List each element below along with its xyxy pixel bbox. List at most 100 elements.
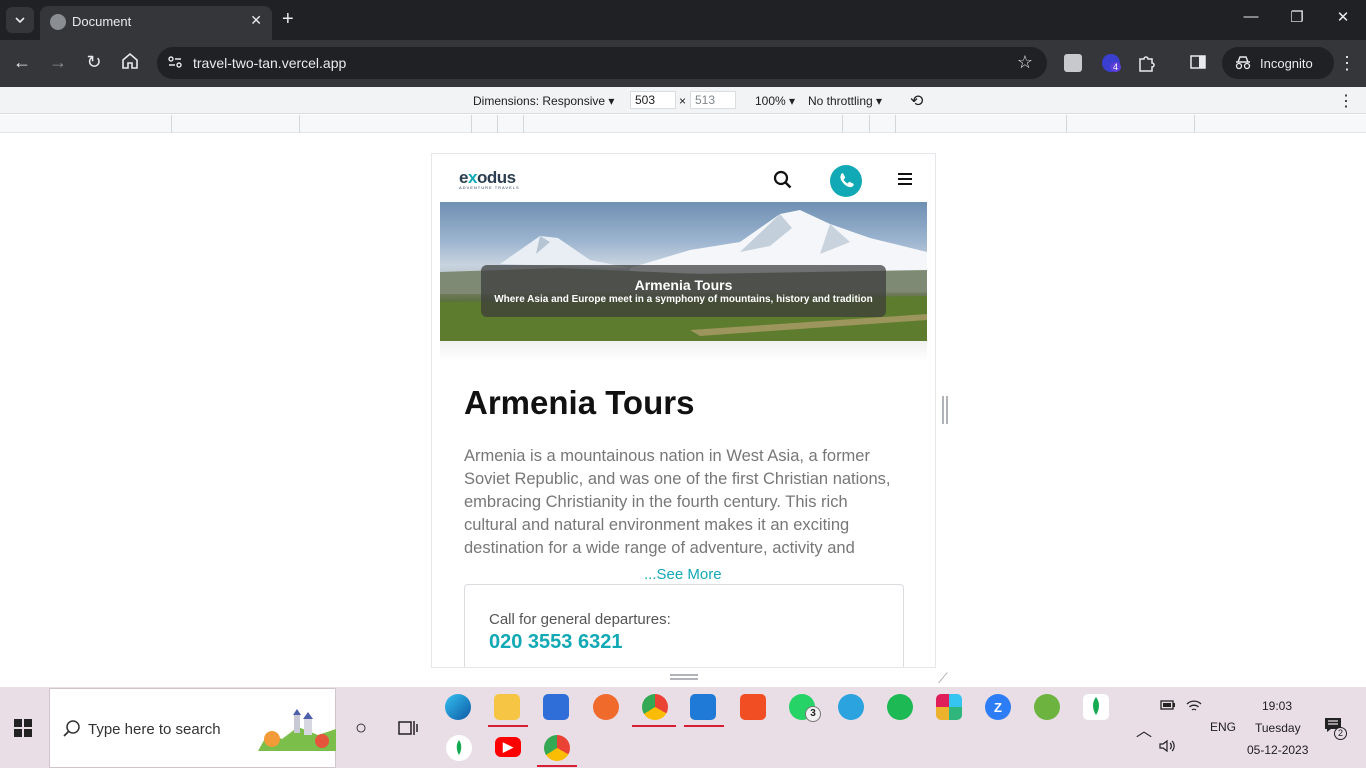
spring-tools-icon[interactable] <box>1034 694 1060 720</box>
hero-caption: Armenia Tours Where Asia and Europe meet… <box>481 265 886 317</box>
battery-icon[interactable] <box>1160 699 1176 714</box>
chevron-down-icon <box>15 17 25 23</box>
bottom-resize-handle[interactable] <box>670 674 698 680</box>
task-view-icon[interactable] <box>395 715 421 741</box>
throttling-label: No throttling <box>808 94 873 108</box>
device-toolbar-more-icon[interactable]: ⋮ <box>1338 91 1354 111</box>
reload-button[interactable]: ↻ <box>82 52 106 72</box>
notification-center-button[interactable]: 2 <box>1324 717 1347 740</box>
chrome-profile-icon[interactable] <box>544 735 570 761</box>
spotify-icon[interactable] <box>887 694 913 720</box>
width-input[interactable]: 503 <box>630 91 676 109</box>
tour-description: Armenia is a mountainous nation in West … <box>464 447 891 557</box>
mongodb-compass-icon[interactable] <box>1083 694 1109 720</box>
bookmark-star-icon[interactable]: ☆ <box>1017 52 1033 73</box>
file-explorer-icon[interactable] <box>494 694 520 720</box>
chrome-active-indicator <box>632 725 676 727</box>
hero-title: Armenia Tours <box>634 277 733 293</box>
zoom-select[interactable]: 100% ▾ <box>755 94 795 108</box>
search-icon <box>63 720 80 737</box>
minimize-button[interactable]: — <box>1236 8 1266 25</box>
restore-button[interactable]: ❐ <box>1282 8 1312 26</box>
chrome-icon[interactable] <box>642 694 668 720</box>
file-explorer-active-indicator <box>488 725 528 727</box>
right-resize-handle[interactable] <box>942 396 948 424</box>
show-hidden-icons-chevron[interactable]: ︿ <box>1136 717 1152 741</box>
castle-illustration-icon <box>258 709 336 751</box>
throttling-select[interactable]: No throttling ▾ <box>808 94 882 108</box>
site-info-icon[interactable] <box>167 54 185 72</box>
dimensions-label: Dimensions: Responsive <box>473 94 606 108</box>
browser-titlebar: Document ✕ + — ❐ ✕ <box>0 0 1366 40</box>
forward-button[interactable]: → <box>46 52 70 72</box>
tab-search-button[interactable] <box>6 7 34 33</box>
vscode-active-indicator <box>684 725 724 727</box>
tab-document[interactable]: Document ✕ <box>40 6 272 40</box>
whatsapp-icon[interactable]: 3 <box>789 694 821 722</box>
call-button[interactable] <box>830 165 862 197</box>
telegram-icon[interactable] <box>838 694 864 720</box>
menu-line <box>898 183 912 185</box>
language-indicator[interactable]: ENG <box>1210 720 1236 734</box>
youtube-icon[interactable]: ▶ <box>495 737 521 757</box>
extension-icon[interactable] <box>1064 54 1082 72</box>
microsoft-store-icon[interactable] <box>543 694 569 720</box>
close-window-button[interactable]: ✕ <box>1328 8 1358 26</box>
cortana-icon[interactable]: ○ <box>348 715 374 741</box>
browser-menu-button[interactable]: ⋮ <box>1338 53 1356 74</box>
edge-icon[interactable] <box>445 694 471 720</box>
zoom-app-icon[interactable]: Z <box>985 694 1011 720</box>
incognito-icon <box>1235 56 1251 70</box>
brave-icon[interactable] <box>740 694 766 720</box>
incognito-indicator[interactable]: Incognito <box>1222 47 1334 79</box>
globe-icon <box>50 14 66 30</box>
wifi-icon[interactable] <box>1186 699 1202 716</box>
clock-date[interactable]: 05-12-2023 <box>1247 743 1308 757</box>
vscode-icon[interactable] <box>690 694 716 720</box>
chrome-profile-active-indicator <box>537 765 577 767</box>
hamburger-menu-button[interactable] <box>898 173 912 187</box>
slack-icon[interactable] <box>936 694 962 720</box>
extensions-puzzle-icon[interactable] <box>1137 54 1155 72</box>
volume-icon[interactable] <box>1159 739 1177 756</box>
taskbar-search-box[interactable]: Type here to search <box>49 688 336 768</box>
hero-shadow <box>440 341 927 361</box>
hero-subtitle: Where Asia and Europe meet in a symphony… <box>494 294 873 305</box>
hero-banner: Armenia Tours Where Asia and Europe meet… <box>440 202 927 341</box>
mongodb-icon[interactable] <box>446 735 472 761</box>
height-input[interactable]: 513 <box>690 91 736 109</box>
windows-taskbar: Type here to search ○ 3 Z ▶ ︿ ENG 19:03 … <box>0 687 1366 768</box>
clock-time[interactable]: 19:03 <box>1262 699 1292 713</box>
whatsapp-badge: 3 <box>805 706 821 722</box>
device-toolbar: Dimensions: Responsive ▾ 503 × 513 100% … <box>0 87 1366 114</box>
call-label: Call for general departures: <box>489 611 671 628</box>
call-number-link[interactable]: 020 3553 6321 <box>489 631 622 654</box>
page-title: Armenia Tours <box>464 384 695 421</box>
logo-tagline: ADVENTURE TRAVELS <box>459 185 520 190</box>
extension-badge: 4 <box>1110 62 1122 72</box>
corner-resize-handle[interactable]: ⟋ <box>938 670 948 687</box>
postman-icon[interactable] <box>593 694 619 720</box>
side-panel-icon[interactable] <box>1190 54 1208 72</box>
home-icon <box>122 52 138 69</box>
search-button[interactable] <box>773 170 795 192</box>
zoom-label: 100% <box>755 94 786 108</box>
clock-day[interactable]: Tuesday <box>1255 721 1301 735</box>
site-header: exodus ADVENTURE TRAVELS <box>432 154 935 202</box>
call-card: Call for general departures: 020 3553 63… <box>464 584 904 667</box>
new-tab-button[interactable]: + <box>282 9 294 29</box>
back-button[interactable]: ← <box>10 52 34 72</box>
device-viewport: exodus ADVENTURE TRAVELS Armenia Tours W… <box>431 153 936 668</box>
windows-start-button[interactable] <box>14 719 32 737</box>
media-query-ruler[interactable] <box>0 115 1366 133</box>
rotate-icon[interactable]: ⟲ <box>910 91 923 111</box>
close-tab-icon[interactable]: ✕ <box>250 12 262 29</box>
address-bar[interactable]: travel-two-tan.vercel.app ☆ <box>157 47 1047 79</box>
dimensions-select[interactable]: Dimensions: Responsive ▾ <box>473 94 614 108</box>
extension-counter-icon[interactable]: 4 <box>1102 54 1122 72</box>
incognito-label: Incognito <box>1260 55 1313 71</box>
url-text: travel-two-tan.vercel.app <box>193 55 347 71</box>
see-more-link[interactable]: ...See More <box>644 566 722 583</box>
home-button[interactable] <box>118 52 142 74</box>
windows-logo-icon <box>14 719 32 737</box>
